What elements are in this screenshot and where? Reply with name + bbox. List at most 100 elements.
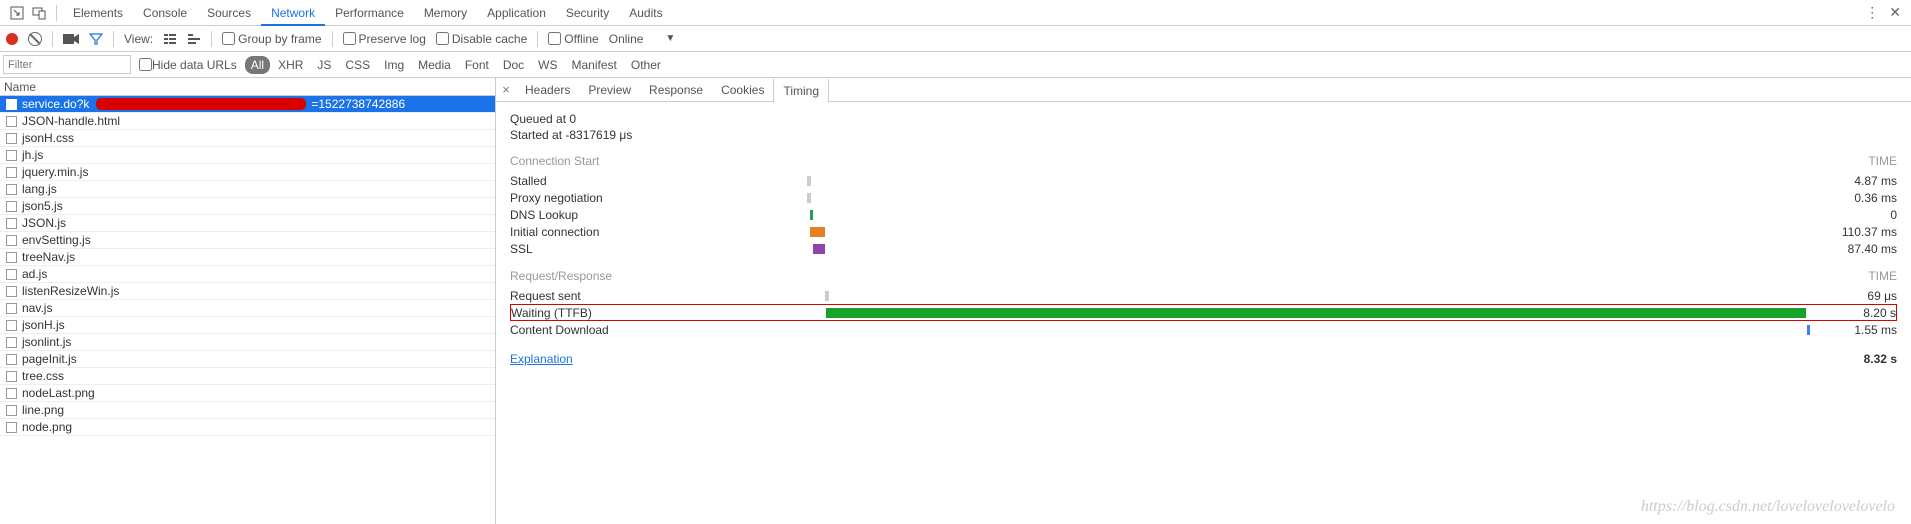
request-row[interactable]: json5.js <box>0 198 495 215</box>
request-row[interactable]: listenResizeWin.js <box>0 283 495 300</box>
filter-type-other[interactable]: Other <box>625 56 667 74</box>
timing-tab-content: Queued at 0 Started at -8317619 μs Conne… <box>496 102 1911 524</box>
hide-data-urls-checkbox[interactable]: Hide data URLs <box>139 58 237 72</box>
offline-checkbox[interactable]: Offline <box>548 32 598 46</box>
timing-bar <box>810 210 814 220</box>
filter-type-xhr[interactable]: XHR <box>272 56 309 74</box>
timing-label: Request sent <box>510 289 630 303</box>
filter-type-font[interactable]: Font <box>459 56 495 74</box>
network-toolbar: View: Group by frame Preserve log Disabl… <box>0 26 1911 52</box>
request-row[interactable]: jh.js <box>0 147 495 164</box>
time-label: TIME <box>1868 154 1897 168</box>
timing-bar <box>825 291 829 301</box>
request-response-label: Request/Response <box>510 269 612 283</box>
detail-tab-cookies[interactable]: Cookies <box>712 78 773 102</box>
name-column-header[interactable]: Name <box>0 78 495 96</box>
preserve-log-checkbox[interactable]: Preserve log <box>343 32 426 46</box>
detail-tabs: × HeadersPreviewResponseCookiesTiming <box>496 78 1911 102</box>
main-tab-security[interactable]: Security <box>556 0 619 26</box>
filter-type-all[interactable]: All <box>245 56 270 74</box>
main-tab-elements[interactable]: Elements <box>63 0 133 26</box>
request-row[interactable]: jquery.min.js <box>0 164 495 181</box>
main-tab-sources[interactable]: Sources <box>197 0 261 26</box>
timing-value: 87.40 ms <box>1827 242 1897 256</box>
timing-value: 1.55 ms <box>1827 323 1897 337</box>
file-icon <box>6 116 17 127</box>
disable-cache-checkbox[interactable]: Disable cache <box>436 32 527 46</box>
file-icon <box>6 269 17 280</box>
clear-icon[interactable] <box>28 32 42 46</box>
main-tab-audits[interactable]: Audits <box>619 0 672 26</box>
large-rows-icon[interactable] <box>163 32 177 46</box>
filter-type-ws[interactable]: WS <box>532 56 563 74</box>
request-name: json5.js <box>22 198 63 215</box>
connection-start-label: Connection Start <box>510 154 599 168</box>
request-row[interactable]: line.png <box>0 402 495 419</box>
request-row[interactable]: nav.js <box>0 300 495 317</box>
main-tab-performance[interactable]: Performance <box>325 0 414 26</box>
request-row[interactable]: envSetting.js <box>0 232 495 249</box>
file-icon <box>6 388 17 399</box>
timing-row: DNS Lookup0 <box>510 206 1897 223</box>
timing-row: Waiting (TTFB)8.20 s <box>510 304 1897 321</box>
request-row[interactable]: jsonlint.js <box>0 334 495 351</box>
main-tab-network[interactable]: Network <box>261 0 325 26</box>
chevron-down-icon[interactable]: ▼ <box>665 33 675 44</box>
request-row[interactable]: JSON.js <box>0 215 495 232</box>
request-row[interactable]: nodeLast.png <box>0 385 495 402</box>
timing-value: 0.36 ms <box>1827 191 1897 205</box>
request-row[interactable]: tree.css <box>0 368 495 385</box>
request-name: lang.js <box>22 181 57 198</box>
request-row[interactable]: jsonH.css <box>0 130 495 147</box>
request-name: nav.js <box>22 300 52 317</box>
device-icon[interactable] <box>32 6 46 20</box>
detail-tab-timing[interactable]: Timing <box>773 79 829 103</box>
request-row[interactable]: node.png <box>0 419 495 436</box>
timing-row: Initial connection110.37 ms <box>510 223 1897 240</box>
filter-type-doc[interactable]: Doc <box>497 56 530 74</box>
filter-type-js[interactable]: JS <box>311 56 337 74</box>
close-devtools-icon[interactable]: ✕ <box>1889 4 1901 21</box>
request-row[interactable]: pageInit.js <box>0 351 495 368</box>
request-row[interactable]: lang.js <box>0 181 495 198</box>
overview-icon[interactable] <box>187 32 201 46</box>
request-row[interactable]: service.do?k=1522738742886 <box>0 96 495 113</box>
explanation-link[interactable]: Explanation <box>510 352 573 366</box>
request-row[interactable]: treeNav.js <box>0 249 495 266</box>
filter-funnel-icon[interactable] <box>89 32 103 46</box>
camera-icon[interactable] <box>63 33 79 45</box>
file-icon <box>6 235 17 246</box>
file-icon <box>6 150 17 161</box>
request-name: jsonH.js <box>22 317 65 334</box>
file-icon <box>6 320 17 331</box>
detail-tab-response[interactable]: Response <box>640 78 712 102</box>
group-by-frame-checkbox[interactable]: Group by frame <box>222 32 321 46</box>
filter-input[interactable] <box>3 55 131 74</box>
record-icon[interactable] <box>6 33 18 45</box>
detail-tab-preview[interactable]: Preview <box>579 78 640 102</box>
file-icon <box>6 422 17 433</box>
close-detail-icon[interactable]: × <box>496 82 516 97</box>
filter-type-media[interactable]: Media <box>412 56 457 74</box>
filter-type-manifest[interactable]: Manifest <box>566 56 623 74</box>
filter-type-img[interactable]: Img <box>378 56 410 74</box>
file-icon <box>6 354 17 365</box>
throttling-select[interactable]: Online <box>609 32 644 46</box>
request-row[interactable]: jsonH.js <box>0 317 495 334</box>
timing-label: DNS Lookup <box>510 208 630 222</box>
main-tab-console[interactable]: Console <box>133 0 197 26</box>
file-icon <box>6 371 17 382</box>
main-tab-application[interactable]: Application <box>477 0 556 26</box>
timing-row: Request sent69 μs <box>510 287 1897 304</box>
filter-type-css[interactable]: CSS <box>339 56 376 74</box>
kebab-icon[interactable]: ⋮ <box>1865 4 1879 21</box>
timing-row: Proxy negotiation 0.36 ms <box>510 189 1897 206</box>
request-row[interactable]: JSON-handle.html <box>0 113 495 130</box>
file-icon <box>6 405 17 416</box>
inspect-icon[interactable] <box>10 6 24 20</box>
detail-tab-headers[interactable]: Headers <box>516 78 579 102</box>
request-row[interactable]: ad.js <box>0 266 495 283</box>
timing-label: Proxy negotiation <box>510 191 630 205</box>
separator <box>56 5 57 21</box>
main-tab-memory[interactable]: Memory <box>414 0 477 26</box>
